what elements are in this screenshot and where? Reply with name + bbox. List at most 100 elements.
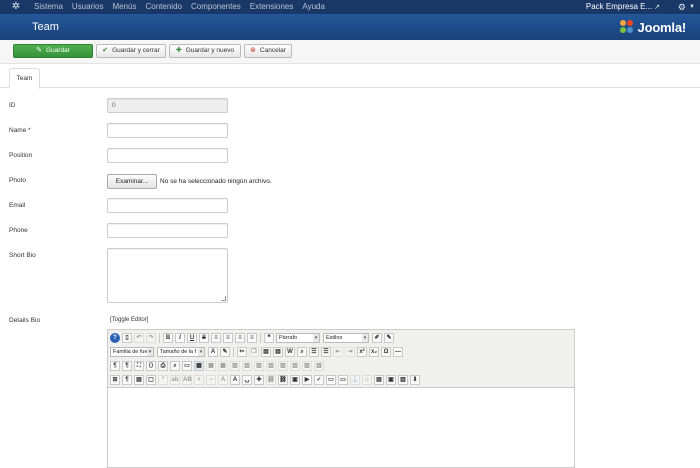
merge-cells-icon[interactable]: ▥: [314, 360, 324, 371]
ordered-list-icon[interactable]: ☰: [321, 346, 331, 357]
ins-icon[interactable]: +: [194, 374, 204, 385]
preview-icon[interactable]: ▭: [182, 360, 192, 371]
media-icon[interactable]: ▶: [302, 374, 312, 385]
paste-icon[interactable]: ▤: [261, 346, 271, 357]
emotions-icon[interactable]: ☺: [362, 374, 372, 385]
non-breaking-icon[interactable]: ⍽: [242, 374, 252, 385]
font-size-select[interactable]: Tamaño de la f: [157, 346, 205, 357]
align-center-icon[interactable]: ≡: [223, 332, 233, 343]
joomla-icon[interactable]: ✲: [10, 1, 22, 13]
insert-icon[interactable]: ✚: [254, 374, 264, 385]
menu-item-sistema[interactable]: Sistema: [34, 0, 63, 14]
unlink-icon[interactable]: ⛓: [266, 374, 276, 385]
pagebreak-insert-icon[interactable]: ▥: [398, 374, 408, 385]
image-insert-icon[interactable]: ▣: [386, 374, 396, 385]
cite-icon[interactable]: “: [158, 374, 168, 385]
menu-item-contenido[interactable]: Contenido: [146, 0, 182, 14]
search-icon[interactable]: ⌕: [297, 346, 307, 357]
italic-icon[interactable]: I: [175, 332, 185, 343]
site-link[interactable]: Pack Empresa E... ↗: [586, 0, 660, 15]
insert-col-after-icon[interactable]: ▥: [278, 360, 288, 371]
toggle-editor-link[interactable]: [Toggle Editor]: [110, 317, 148, 323]
help-icon[interactable]: ?: [110, 332, 120, 343]
menu-item-menus[interactable]: Menús: [112, 0, 136, 14]
cleanup-icon[interactable]: ✎: [384, 332, 394, 343]
menu-item-usuarios[interactable]: Usuarios: [72, 0, 104, 14]
fullscreen-icon[interactable]: ⛶: [134, 360, 144, 371]
layer-icon[interactable]: ▢: [146, 374, 156, 385]
short-bio-textarea[interactable]: [107, 248, 228, 303]
style-icon[interactable]: A: [230, 374, 240, 385]
print-icon[interactable]: ⎙: [158, 360, 168, 371]
delete-row-icon[interactable]: ▥: [254, 360, 264, 371]
table-cell-props-icon[interactable]: ▦: [218, 360, 228, 371]
gear-icon[interactable]: ⚙: [678, 0, 686, 14]
styles-select[interactable]: Estilos: [323, 332, 369, 343]
email-input[interactable]: [107, 198, 228, 213]
strikethrough-icon[interactable]: S: [199, 332, 209, 343]
insert-row-before-icon[interactable]: ▥: [230, 360, 240, 371]
text-color-icon[interactable]: A: [208, 346, 218, 357]
anchor-icon[interactable]: ⚓: [350, 374, 360, 385]
align-left-icon[interactable]: ≡: [211, 332, 221, 343]
show-blocks-icon[interactable]: ¶: [122, 374, 132, 385]
abbr-icon[interactable]: ab: [170, 374, 180, 385]
bold-icon[interactable]: B: [163, 332, 173, 343]
find-replace-icon[interactable]: ⌕: [170, 360, 180, 371]
undo-icon[interactable]: ↶: [134, 332, 144, 343]
template-icon[interactable]: ▤: [134, 374, 144, 385]
readmore-insert-icon[interactable]: ⬇: [410, 374, 420, 385]
attributes-icon[interactable]: A: [218, 374, 228, 385]
editor-content-area[interactable]: [108, 389, 574, 467]
insert-row-after-icon[interactable]: ▥: [242, 360, 252, 371]
format-select[interactable]: Párrafo: [276, 332, 320, 343]
unordered-list-icon[interactable]: ☰: [309, 346, 319, 357]
phone-input[interactable]: [107, 223, 228, 238]
insert-col-before-icon[interactable]: ▥: [266, 360, 276, 371]
highlight-color-icon[interactable]: ✎: [220, 346, 230, 357]
new-document-icon[interactable]: ▯: [122, 332, 132, 343]
paragraph-icon[interactable]: ¶: [110, 360, 120, 371]
menu-item-extensiones[interactable]: Extensiones: [250, 0, 294, 14]
resize-handle-icon[interactable]: [221, 296, 226, 301]
readmore-icon[interactable]: ▭: [326, 374, 336, 385]
file-browse-button[interactable]: Examinar...: [107, 174, 157, 189]
outdent-icon[interactable]: ⇤: [333, 346, 343, 357]
horizontal-rule-icon[interactable]: —: [393, 346, 403, 357]
clear-formatting-icon[interactable]: ✐: [372, 332, 382, 343]
cut-icon[interactable]: ✂: [237, 346, 247, 357]
code-icon[interactable]: ⟨⟩: [146, 360, 156, 371]
special-char-icon[interactable]: Ω: [381, 346, 391, 357]
delete-col-icon[interactable]: ▥: [290, 360, 300, 371]
blockquote-icon[interactable]: ❝: [264, 332, 274, 343]
redo-icon[interactable]: ↷: [146, 332, 156, 343]
pagebreak-icon[interactable]: ▭: [338, 374, 348, 385]
ltr-icon[interactable]: ¶: [122, 360, 132, 371]
align-right-icon[interactable]: ≡: [235, 332, 245, 343]
caret-down-icon[interactable]: ▼: [689, 0, 695, 14]
link-icon[interactable]: ⛓: [278, 374, 288, 385]
save-button[interactable]: ✎ Guardar: [13, 44, 93, 58]
table-row-props-icon[interactable]: ▦: [206, 360, 216, 371]
save-new-button[interactable]: ✚ Guardar y nuevo: [169, 44, 241, 58]
name-input[interactable]: [107, 123, 228, 138]
tab-team[interactable]: Team: [9, 68, 40, 89]
acronym-icon[interactable]: AB: [182, 374, 192, 385]
image-icon[interactable]: ▣: [290, 374, 300, 385]
visual-aid-icon[interactable]: ⊞: [110, 374, 120, 385]
underline-icon[interactable]: U: [187, 332, 197, 343]
cancel-button[interactable]: ⊗ Cancelar: [244, 44, 292, 58]
align-justify-icon[interactable]: ≡: [247, 332, 257, 343]
paste-word-icon[interactable]: W: [285, 346, 295, 357]
position-input[interactable]: [107, 148, 228, 163]
indent-icon[interactable]: ⇥: [345, 346, 355, 357]
article-icon[interactable]: ▤: [374, 374, 384, 385]
split-cells-icon[interactable]: ▥: [302, 360, 312, 371]
superscript-icon[interactable]: x²: [357, 346, 367, 357]
spellcheck-icon[interactable]: ✓: [314, 374, 324, 385]
paste-text-icon[interactable]: ▤: [273, 346, 283, 357]
font-family-select[interactable]: Familia de fue: [110, 346, 154, 357]
table-icon[interactable]: ▦: [194, 360, 204, 371]
del-icon[interactable]: −: [206, 374, 216, 385]
save-close-button[interactable]: ✔ Guardar y cerrar: [96, 44, 166, 58]
